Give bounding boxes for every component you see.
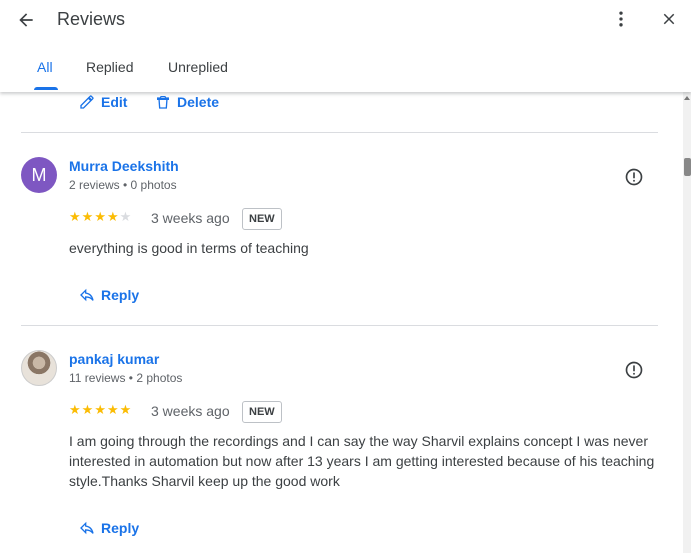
reviews-header: Reviews All Replied Unreplied xyxy=(0,0,691,92)
reviews-list[interactable]: Edit Delete M Murra Deekshith 2 reviews … xyxy=(0,92,691,553)
tab-unreplied[interactable]: Unreplied xyxy=(166,52,230,90)
delete-label: Delete xyxy=(177,94,220,110)
more-vert-icon xyxy=(619,11,623,27)
avatar[interactable] xyxy=(21,350,57,386)
report-button[interactable] xyxy=(623,359,645,381)
review-tabs: All Replied Unreplied xyxy=(0,52,691,92)
reply-icon xyxy=(80,288,94,302)
review-time: 3 weeks ago xyxy=(151,210,230,226)
close-icon xyxy=(663,13,675,25)
star-icon: ★ xyxy=(94,209,106,224)
arrow-back-icon xyxy=(19,13,33,27)
star-icon: ★ xyxy=(69,209,81,224)
star-rating: ★ ★ ★ ★ ★ xyxy=(69,402,131,418)
tab-replied[interactable]: Replied xyxy=(84,52,135,90)
star-icon: ★ xyxy=(119,402,132,417)
more-options-button[interactable] xyxy=(608,6,634,32)
reviewer-meta: 2 reviews • 0 photos xyxy=(69,178,177,192)
edit-button[interactable]: Edit xyxy=(79,94,127,110)
reply-icon xyxy=(80,521,94,535)
star-icon: ★ xyxy=(69,402,81,417)
active-tab-indicator xyxy=(34,87,58,90)
star-icon: ★ xyxy=(106,402,119,417)
page-title: Reviews xyxy=(57,9,126,29)
close-button[interactable] xyxy=(656,6,682,32)
review-text: everything is good in terms of teaching xyxy=(69,240,309,256)
reply-label: Reply xyxy=(101,520,140,536)
scrollbar-thumb[interactable] xyxy=(684,158,691,176)
review-divider xyxy=(21,325,658,326)
back-button[interactable] xyxy=(12,6,40,34)
trash-icon xyxy=(157,96,169,109)
delete-button[interactable]: Delete xyxy=(155,94,219,110)
review-time: 3 weeks ago xyxy=(151,403,230,419)
reply-button[interactable]: Reply xyxy=(79,287,139,303)
avatar[interactable]: M xyxy=(21,157,57,193)
tab-all[interactable]: All xyxy=(35,52,55,90)
star-icon: ★ xyxy=(94,402,106,417)
reviewer-name[interactable]: pankaj kumar xyxy=(69,351,159,367)
pencil-icon xyxy=(80,95,94,109)
star-empty-icon: ★ xyxy=(119,209,132,224)
new-badge: NEW xyxy=(242,208,282,230)
reviewer-meta: 11 reviews • 2 photos xyxy=(69,371,183,385)
star-rating: ★ ★ ★ ★ ★ xyxy=(69,209,131,225)
reply-button[interactable]: Reply xyxy=(79,520,139,536)
report-flag-icon xyxy=(625,168,643,186)
review-text: I am going through the recordings and I … xyxy=(69,433,655,489)
report-flag-icon xyxy=(625,361,643,379)
star-icon: ★ xyxy=(81,209,94,224)
new-badge: NEW xyxy=(242,401,282,423)
star-icon: ★ xyxy=(81,402,94,417)
scroll-up-icon[interactable] xyxy=(684,96,690,100)
reply-label: Reply xyxy=(101,287,140,303)
review-divider xyxy=(21,132,658,133)
edit-label: Edit xyxy=(101,94,128,110)
star-icon: ★ xyxy=(106,209,119,224)
report-button[interactable] xyxy=(623,166,645,188)
reviewer-name[interactable]: Murra Deekshith xyxy=(69,158,179,174)
